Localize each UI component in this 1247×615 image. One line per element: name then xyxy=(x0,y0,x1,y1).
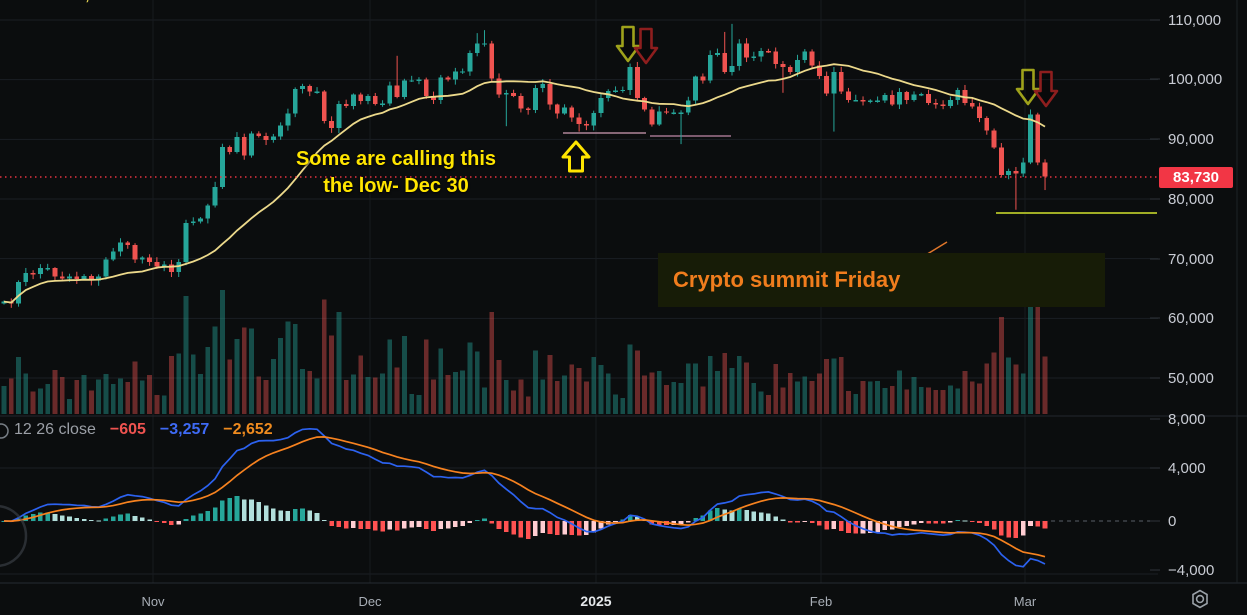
price-axis-label: 60,000 xyxy=(1168,310,1214,327)
price-axis-label: 4,000 xyxy=(1168,460,1206,477)
time-axis-label: Dec xyxy=(358,594,382,609)
macd-signal-line[interactable] xyxy=(3,436,1046,558)
time-axis-label: 2025 xyxy=(580,593,611,609)
annotation-low-note-line2: the low- Dec 30 xyxy=(323,175,469,197)
trading-chart-window: 110,000 100,000 90,000 80,000 70,000 60,000 50… xyxy=(0,0,1247,615)
macd-signal-value: −2,652 xyxy=(223,421,273,438)
annotation-summit-text: Crypto summit Friday xyxy=(673,267,901,292)
legend-fragment-value: 87,782 xyxy=(67,0,119,4)
volume-bars xyxy=(1,290,1048,414)
price-axis-label: −4,000 xyxy=(1168,562,1214,579)
macd-indicator-legend[interactable]: 12 26 close −605 −3,257 −2,652 xyxy=(14,421,287,441)
macd-params: 12 26 close xyxy=(14,421,96,438)
annotation-low-note[interactable]: Some are calling this the low- Dec 30 xyxy=(278,146,514,200)
time-axis-label: Feb xyxy=(810,594,832,609)
time-axis[interactable]: Nov Dec 2025 Feb Mar xyxy=(141,593,1036,609)
price-axis-label: 70,000 xyxy=(1168,251,1214,268)
indicator-icon[interactable] xyxy=(0,423,9,439)
legend-fragment-gray: close xyxy=(4,0,52,4)
price-axis[interactable]: 110,000 100,000 90,000 80,000 70,000 60,000 50… xyxy=(1150,12,1222,579)
price-axis-label: 8,000 xyxy=(1168,411,1206,428)
macd-line-value: −3,257 xyxy=(159,421,210,438)
last-price-badge[interactable]: 83,730 xyxy=(1159,167,1233,188)
settings-gear-icon[interactable] xyxy=(1192,589,1208,609)
down-arrow-marker[interactable] xyxy=(615,25,641,63)
up-arrow-marker[interactable] xyxy=(561,140,591,173)
price-axis-label: 90,000 xyxy=(1168,131,1214,148)
price-chart-canvas[interactable]: 110,000 100,000 90,000 80,000 70,000 60,000 50… xyxy=(0,0,1247,615)
price-axis-label: 110,000 xyxy=(1168,12,1221,29)
last-price-value: 83,730 xyxy=(1173,169,1219,186)
annotation-low-note-line1: Some are calling this xyxy=(295,148,497,170)
price-axis-label: 0 xyxy=(1168,513,1176,530)
time-axis-label: Nov xyxy=(141,594,165,609)
clipped-symbol-legend[interactable]: close 87,782 xyxy=(0,0,400,6)
macd-histogram xyxy=(0,496,1158,539)
price-axis-label: 80,000 xyxy=(1168,191,1214,208)
price-axis-label: 50,000 xyxy=(1168,370,1214,387)
macd-hist-value: −605 xyxy=(109,421,146,438)
price-axis-label: 100,000 xyxy=(1168,71,1222,88)
macd-line[interactable] xyxy=(3,427,1046,568)
time-axis-label: Mar xyxy=(1014,594,1037,609)
annotation-summit-note[interactable]: Crypto summit Friday xyxy=(658,253,1105,307)
down-arrow-marker[interactable] xyxy=(1015,68,1041,106)
